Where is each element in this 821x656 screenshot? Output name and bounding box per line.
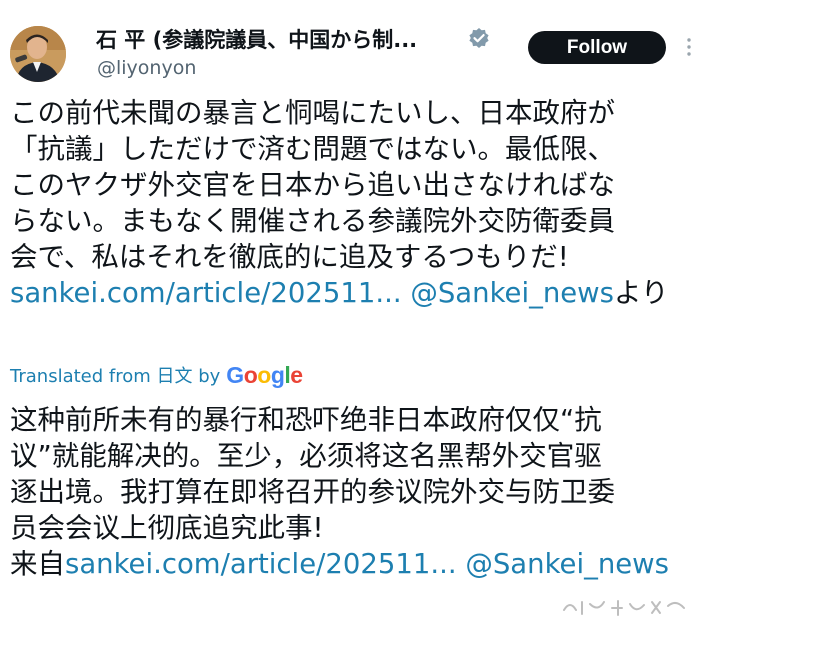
verified-badge-icon bbox=[468, 27, 490, 49]
translation-line: 这种前所未有的暴行和恐吓绝非日本政府仅仅“抗 bbox=[10, 404, 602, 436]
tweet-text: この前代未聞の暴言と恫喝にたいし、日本政府が 「抗議」しただけで済む問題ではない… bbox=[10, 95, 700, 311]
tweet-suffix: より bbox=[614, 277, 669, 309]
avatar[interactable] bbox=[10, 26, 66, 82]
tweet-line: このヤクザ外交官を日本から追い出さなければな bbox=[10, 169, 615, 201]
author-handle[interactable]: @liyonyon bbox=[97, 57, 196, 79]
tweet-line: この前代未聞の暴言と恫喝にたいし、日本政府が bbox=[10, 97, 615, 129]
tweet-link-line: sankei.com/article/202511... @Sankei_new… bbox=[10, 275, 700, 311]
translated-mention-link[interactable]: @Sankei_news bbox=[465, 548, 669, 580]
author-display-name[interactable]: 石 平 (参議院議員、中国から制... bbox=[96, 24, 476, 54]
article-link[interactable]: sankei.com/article/202511... bbox=[10, 277, 402, 309]
mention-link[interactable]: @Sankei_news bbox=[410, 277, 614, 309]
google-logo: Google bbox=[226, 361, 303, 388]
translation-source-label[interactable]: Translated from 日文 by bbox=[10, 362, 220, 388]
translated-text: 这种前所未有的暴行和恐吓绝非日本政府仅仅“抗 议”就能解决的。至少，必须将这名黑… bbox=[10, 402, 700, 582]
tweet-line: 「抗議」しただけで済む問題ではない。最低限、 bbox=[10, 133, 615, 165]
more-vertical-icon[interactable] bbox=[684, 36, 694, 58]
translation-line: 员会会议上彻底追究此事! bbox=[10, 512, 324, 544]
translated-from-label[interactable]: Translated from 日文 by Google bbox=[10, 360, 303, 390]
follow-button[interactable]: Follow bbox=[528, 31, 666, 64]
watermark bbox=[560, 596, 690, 618]
translation-prefix: 来自 bbox=[10, 548, 65, 580]
translation-line: 议”就能解决的。至少，必须将这名黑帮外交官驱 bbox=[10, 440, 602, 472]
tweet-line: 会で、私はそれを徹底的に追及するつもりだ! bbox=[10, 241, 569, 273]
translated-article-link[interactable]: sankei.com/article/202511... bbox=[65, 548, 457, 580]
translation-line: 逐出境。我打算在即将召开的参议院外交与防卫委 bbox=[10, 476, 615, 508]
translation-link-line: 来自sankei.com/article/202511... @Sankei_n… bbox=[10, 546, 700, 582]
tweet-line: らない。まもなく開催される参議院外交防衛委員 bbox=[10, 205, 615, 237]
